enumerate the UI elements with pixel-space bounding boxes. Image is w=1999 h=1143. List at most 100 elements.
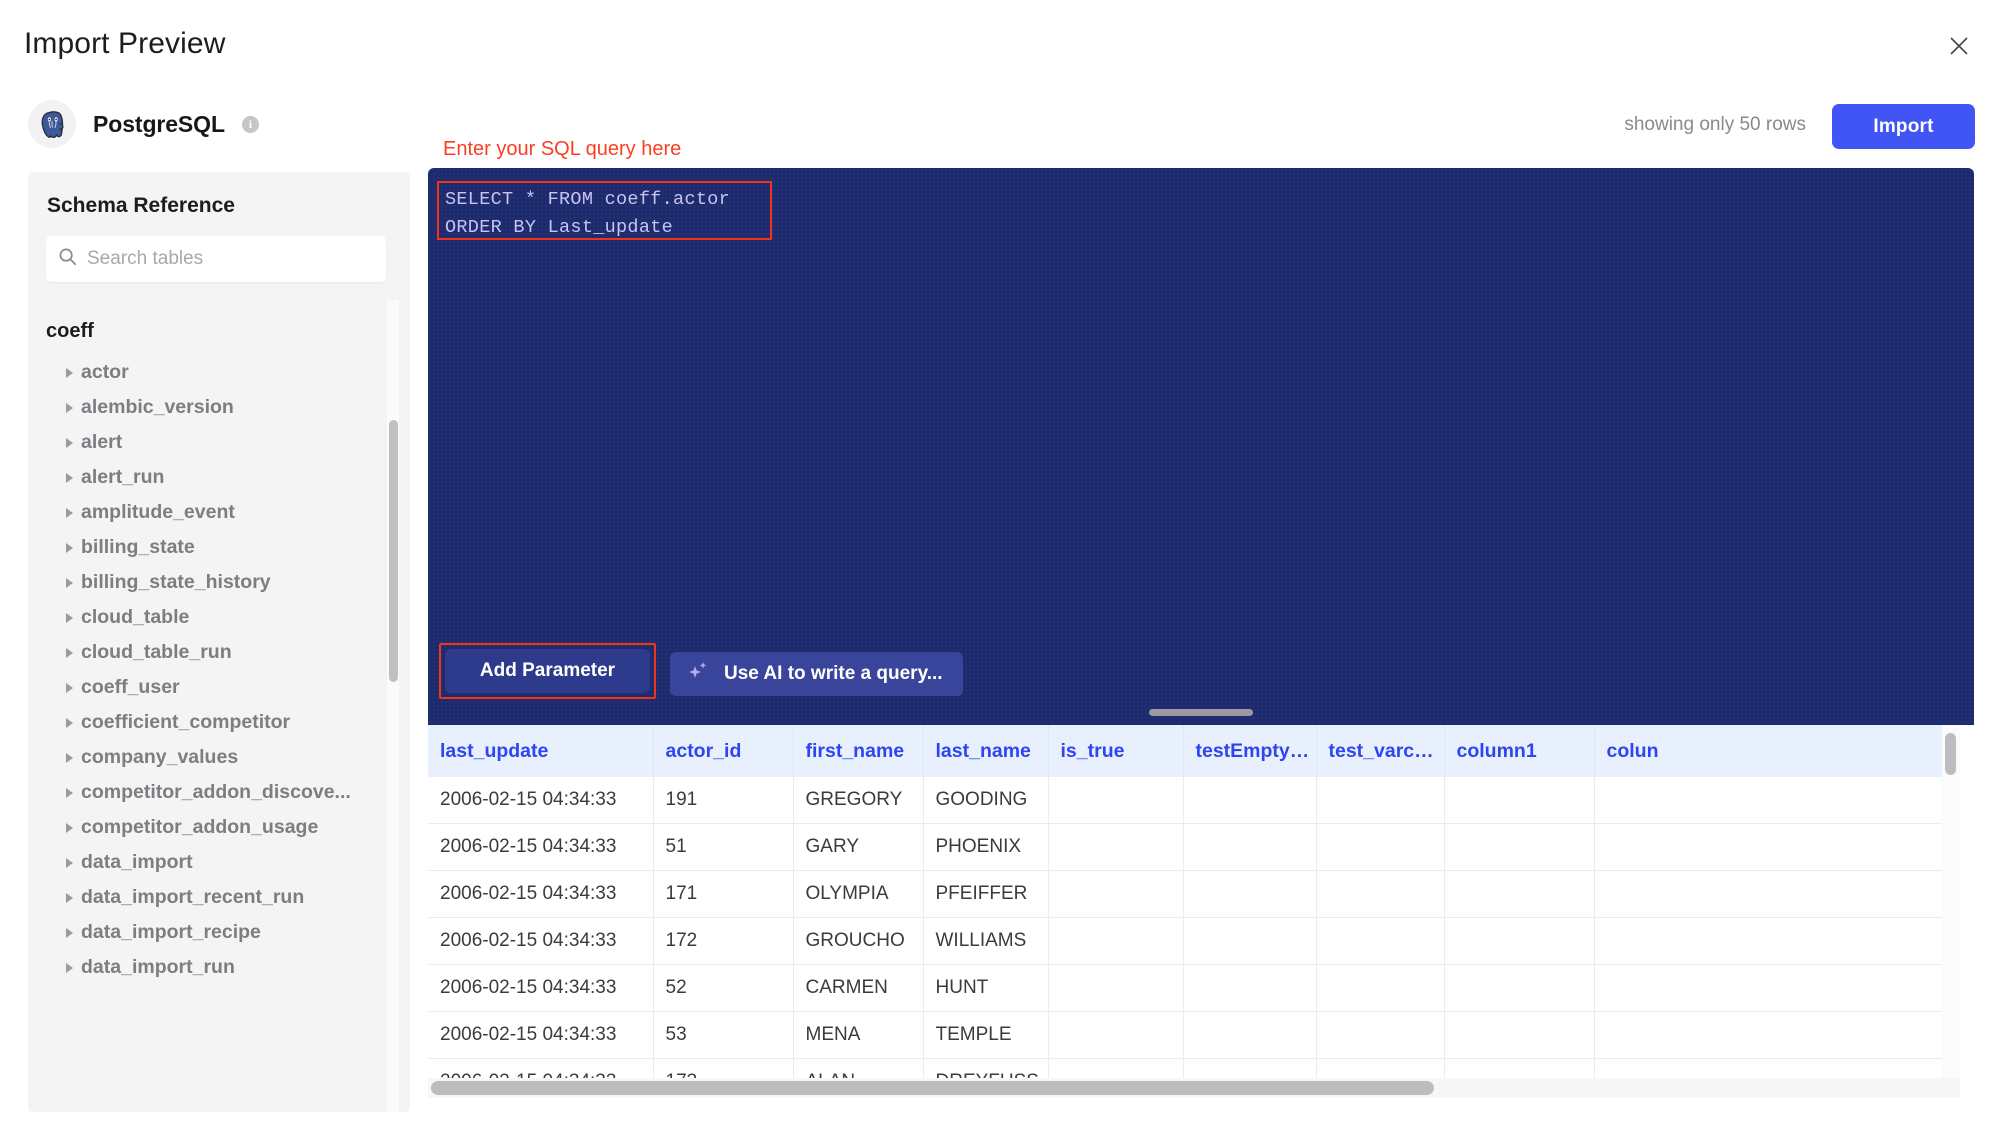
table-row[interactable]: 2006-02-15 04:34:3353MENATEMPLE <box>428 1012 1960 1059</box>
tree-item-coefficient_competitor[interactable]: coefficient_competitor <box>28 705 410 740</box>
tree-item-billing_state[interactable]: billing_state <box>28 530 410 565</box>
table-cell <box>1444 965 1594 1012</box>
tree-item-label: cloud_table <box>81 606 189 629</box>
import-button[interactable]: Import <box>1832 104 1975 149</box>
tree-item-label: actor <box>81 361 129 384</box>
table-body: 2006-02-15 04:34:33191GREGORYGOODING2006… <box>428 777 1960 1082</box>
tree-item-alembic_version[interactable]: alembic_version <box>28 390 410 425</box>
use-ai-to-write-query-button[interactable]: Use AI to write a query... <box>670 652 963 696</box>
table-cell <box>1594 965 1960 1012</box>
column-header[interactable]: last_update <box>428 725 653 777</box>
caret-right-icon <box>66 963 73 973</box>
tree-item-label: competitor_addon_usage <box>81 816 318 839</box>
table-row[interactable]: 2006-02-15 04:34:3351GARYPHOENIX <box>428 824 1960 871</box>
table-cell: PHOENIX <box>923 824 1048 871</box>
tree-item-amplitude_event[interactable]: amplitude_event <box>28 495 410 530</box>
tree-item-company_values[interactable]: company_values <box>28 740 410 775</box>
table-cell <box>1316 918 1444 965</box>
tree-item-label: data_import_run <box>81 956 235 979</box>
sql-editor-panel[interactable]: SELECT * FROM coeff.actor ORDER BY Last_… <box>428 168 1974 725</box>
table-row[interactable]: 2006-02-15 04:34:33171OLYMPIAPFEIFFER <box>428 871 1960 918</box>
column-header[interactable]: column1 <box>1444 725 1594 777</box>
column-header[interactable]: actor_id <box>653 725 793 777</box>
table-cell <box>1316 965 1444 1012</box>
caret-right-icon <box>66 788 73 798</box>
tree-item-label: data_import_recent_run <box>81 886 304 909</box>
tree-item-competitor_addon_discove[interactable]: competitor_addon_discove... <box>28 775 410 810</box>
tree-item-billing_state_history[interactable]: billing_state_history <box>28 565 410 600</box>
results-vscrollbar-track[interactable] <box>1942 725 1960 1082</box>
table-cell <box>1444 1012 1594 1059</box>
tree-item-alert[interactable]: alert <box>28 425 410 460</box>
sql-query-highlight-box[interactable]: SELECT * FROM coeff.actor ORDER BY Last_… <box>437 181 772 240</box>
sql-query-text[interactable]: SELECT * FROM coeff.actor ORDER BY Last_… <box>445 186 764 242</box>
tree-item-data_import_recipe[interactable]: data_import_recipe <box>28 915 410 950</box>
column-header[interactable]: last_name <box>923 725 1048 777</box>
table-row[interactable]: 2006-02-15 04:34:33191GREGORYGOODING <box>428 777 1960 824</box>
tree-item-data_import[interactable]: data_import <box>28 845 410 880</box>
table-cell: GARY <box>793 824 923 871</box>
column-header[interactable]: is_true <box>1048 725 1183 777</box>
caret-right-icon <box>66 613 73 623</box>
column-header[interactable]: first_name <box>793 725 923 777</box>
table-cell: 2006-02-15 04:34:33 <box>428 777 653 824</box>
caret-right-icon <box>66 508 73 518</box>
sql-hint-annotation: Enter your SQL query here <box>443 138 681 161</box>
tree-item-alert_run[interactable]: alert_run <box>28 460 410 495</box>
page-title: Import Preview <box>24 27 225 61</box>
tree-item-actor[interactable]: actor <box>28 355 410 390</box>
caret-right-icon <box>66 543 73 553</box>
add-parameter-button[interactable]: Add Parameter <box>445 649 650 693</box>
search-input[interactable] <box>87 248 374 270</box>
sidebar-scrollbar-thumb[interactable] <box>389 420 398 682</box>
info-icon[interactable]: i <box>242 116 259 133</box>
tree-item-cloud_table_run[interactable]: cloud_table_run <box>28 635 410 670</box>
column-header[interactable]: test_varchar... <box>1316 725 1444 777</box>
table-cell <box>1594 871 1960 918</box>
table-cell <box>1048 777 1183 824</box>
column-header[interactable]: colun <box>1594 725 1960 777</box>
table-cell <box>1316 871 1444 918</box>
table-cell: 53 <box>653 1012 793 1059</box>
table-cell: 172 <box>653 918 793 965</box>
caret-right-icon <box>66 823 73 833</box>
tree-item-coeff_user[interactable]: coeff_user <box>28 670 410 705</box>
tree-item-label: amplitude_event <box>81 501 235 524</box>
tree-item-data_import_recent_run[interactable]: data_import_recent_run <box>28 880 410 915</box>
add-parameter-highlight-box: Add Parameter <box>439 643 656 699</box>
table-row[interactable]: 2006-02-15 04:34:3352CARMENHUNT <box>428 965 1960 1012</box>
caret-right-icon <box>66 473 73 483</box>
search-tables-box[interactable] <box>46 236 386 282</box>
table-cell: GREGORY <box>793 777 923 824</box>
table-cell: MENA <box>793 1012 923 1059</box>
column-header[interactable]: testEmptyCol... <box>1183 725 1316 777</box>
results-vscrollbar-thumb[interactable] <box>1945 733 1956 775</box>
table-cell <box>1594 777 1960 824</box>
table-cell <box>1594 918 1960 965</box>
schema-tree: coeff actoralembic_versionalertalert_run… <box>28 300 410 1112</box>
table-cell <box>1048 965 1183 1012</box>
table-cell: 171 <box>653 871 793 918</box>
resize-handle-icon[interactable] <box>1149 709 1253 716</box>
rows-limit-note: showing only 50 rows <box>1624 114 1806 136</box>
table-cell: 51 <box>653 824 793 871</box>
table-cell: 52 <box>653 965 793 1012</box>
caret-right-icon <box>66 403 73 413</box>
close-button[interactable] <box>1941 28 1977 64</box>
table-cell <box>1316 824 1444 871</box>
table-cell <box>1183 1012 1316 1059</box>
close-icon <box>1947 34 1971 58</box>
tree-item-competitor_addon_usage[interactable]: competitor_addon_usage <box>28 810 410 845</box>
results-hscrollbar-thumb[interactable] <box>431 1081 1434 1095</box>
tree-item-label: cloud_table_run <box>81 641 232 664</box>
caret-right-icon <box>66 683 73 693</box>
use-ai-label: Use AI to write a query... <box>724 663 943 685</box>
table-cell <box>1594 824 1960 871</box>
table-row[interactable]: 2006-02-15 04:34:33172GROUCHOWILLIAMS <box>428 918 1960 965</box>
tree-item-cloud_table[interactable]: cloud_table <box>28 600 410 635</box>
tree-item-data_import_run[interactable]: data_import_run <box>28 950 410 985</box>
table-cell: 2006-02-15 04:34:33 <box>428 1012 653 1059</box>
tree-item-label: billing_state <box>81 536 195 559</box>
sparkle-icon <box>686 659 710 689</box>
import-preview-dialog: Import Preview PostgreSQL i <box>0 0 1999 1143</box>
